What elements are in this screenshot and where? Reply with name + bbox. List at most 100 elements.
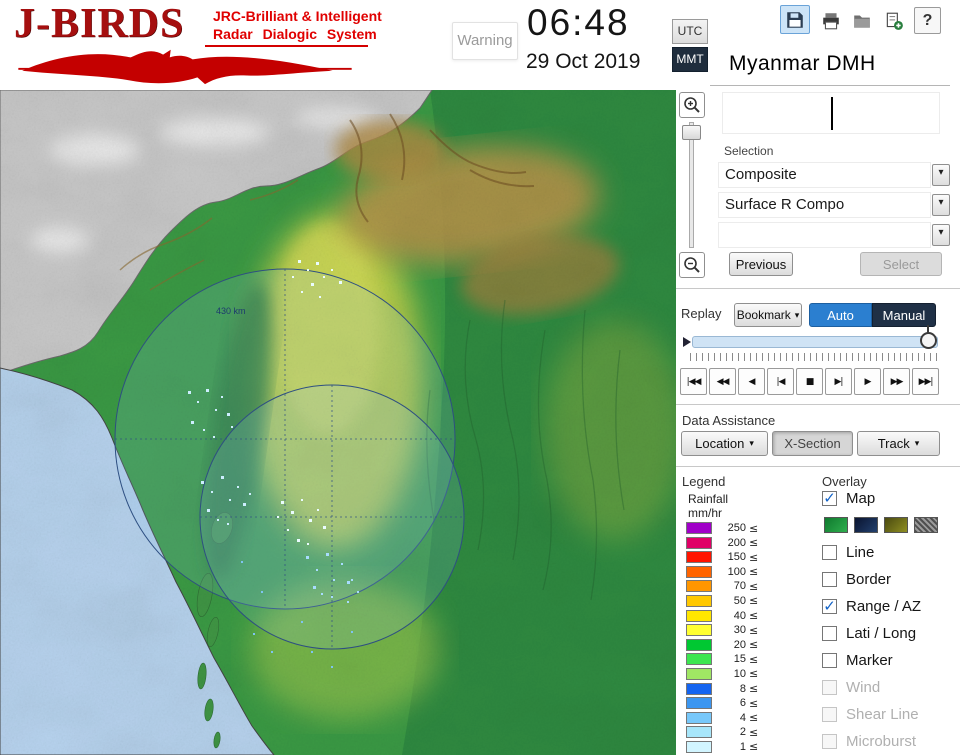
- open-folder-button[interactable]: [848, 7, 875, 34]
- legend-row: 250 ≤: [686, 521, 759, 535]
- legend-unit-line1: Rainfall: [688, 492, 729, 506]
- xsection-button[interactable]: X-Section: [772, 431, 853, 456]
- overlay-item-line[interactable]: Line: [822, 542, 956, 562]
- overlay-checkbox[interactable]: [822, 706, 837, 722]
- logo-tagline-2: Radar Dialogic System: [213, 26, 377, 42]
- radar-map[interactable]: 430 km: [0, 90, 676, 755]
- mmt-toggle-button[interactable]: MMT: [672, 47, 708, 72]
- overlay-checkbox[interactable]: ✓: [822, 490, 837, 506]
- legend-row: 70 ≤: [686, 580, 758, 593]
- zoom-in-button[interactable]: [679, 92, 705, 118]
- utc-toggle-button[interactable]: UTC: [672, 19, 708, 44]
- replay-label: Replay: [681, 306, 722, 321]
- subproduct-dropdown[interactable]: Surface R Compo: [718, 192, 931, 218]
- legend-color-swatch: [686, 726, 712, 739]
- overlay-checkbox[interactable]: [822, 679, 837, 695]
- zoom-slider-thumb[interactable]: [682, 125, 701, 140]
- legend-lte-sign: ≤: [749, 521, 759, 535]
- warning-status-button[interactable]: Warning: [452, 22, 518, 60]
- extra-dropdown-arrow-icon[interactable]: [932, 224, 950, 246]
- logo-tagline-1: JRC-Brilliant & Intelligent: [213, 8, 382, 24]
- zoom-slider-track[interactable]: [689, 122, 694, 248]
- location-dropdown-button[interactable]: Location: [681, 431, 768, 456]
- map-style-green-swatch[interactable]: [824, 517, 848, 533]
- overlay-checkbox[interactable]: [822, 625, 837, 641]
- panel-separator: [710, 85, 950, 86]
- product-dropdown[interactable]: Composite: [718, 162, 931, 188]
- help-button[interactable]: ?: [914, 7, 941, 34]
- overlay-checkbox[interactable]: ✓: [822, 598, 837, 614]
- print-button[interactable]: [817, 7, 844, 34]
- legend-color-swatch: [686, 667, 712, 680]
- text-caret: [831, 97, 833, 130]
- map-style-olive-swatch[interactable]: [884, 517, 908, 533]
- playback-play-button[interactable]: ▶: [854, 368, 881, 395]
- playback-stop-button[interactable]: ■: [796, 368, 823, 395]
- legend-row: 50 ≤: [686, 594, 759, 608]
- divider: [676, 466, 960, 467]
- clock-time: 06:48: [527, 2, 630, 43]
- playback-step-back-button[interactable]: ◀: [738, 368, 765, 395]
- radar-map-viewport[interactable]: 430 km: [0, 90, 676, 755]
- save-button[interactable]: [780, 5, 810, 34]
- legend-lte-sign: ≤: [749, 550, 759, 564]
- playback-frame-back-button[interactable]: |◀: [767, 368, 794, 395]
- timeline-slider-thumb[interactable]: [920, 325, 937, 349]
- overlay-item-range-az[interactable]: ✓ Range / AZ: [822, 596, 956, 616]
- product-dropdown-arrow-icon[interactable]: [932, 164, 950, 186]
- legend-value: 30: [733, 624, 746, 637]
- legend-color-swatch: [686, 711, 712, 724]
- timeline-slider-track[interactable]: [692, 336, 938, 348]
- map-style-gray-hatch-swatch[interactable]: [914, 517, 938, 533]
- zoom-out-button[interactable]: [679, 252, 705, 278]
- legend-color-swatch: [686, 638, 712, 651]
- auto-mode-button[interactable]: Auto: [809, 303, 872, 327]
- overlay-checkbox[interactable]: [822, 652, 837, 668]
- manual-mode-button[interactable]: Manual: [872, 303, 936, 327]
- legend-row: 4 ≤: [686, 711, 758, 724]
- overlay-item-marker[interactable]: Marker: [822, 650, 956, 670]
- overlay-item-border[interactable]: Border: [822, 569, 956, 589]
- legend-lte-sign: ≤: [749, 536, 759, 550]
- legend-value: 100: [727, 565, 746, 578]
- legend-value: 50: [733, 594, 746, 607]
- playback-frame-forward-button[interactable]: ▶|: [825, 368, 852, 395]
- legend-color-swatch: [686, 536, 712, 549]
- overlay-item-map[interactable]: ✓ Map: [822, 488, 956, 508]
- overlay-item-label: Line: [846, 543, 875, 561]
- overlay-item-lati-long[interactable]: Lati / Long: [822, 623, 956, 643]
- legend-value: 40: [733, 609, 746, 622]
- previous-button[interactable]: Previous: [729, 252, 793, 276]
- track-dropdown-button[interactable]: Track: [857, 431, 940, 456]
- data-assistance-label: Data Assistance: [682, 413, 776, 428]
- playback-fast-forward-button[interactable]: ▶▶: [883, 368, 910, 395]
- export-button[interactable]: [879, 7, 908, 34]
- subproduct-dropdown-arrow-icon[interactable]: [932, 194, 950, 216]
- legend-color-swatch: [686, 740, 712, 753]
- playback-rewind-button[interactable]: ◀◀: [709, 368, 736, 395]
- legend-color-swatch: [686, 522, 712, 534]
- legend-row: 40 ≤: [686, 609, 758, 622]
- overlay-item-label: Marker: [846, 651, 893, 669]
- playback-skip-start-button[interactable]: |◀◀: [680, 368, 707, 395]
- overlay-checkbox[interactable]: [822, 544, 837, 560]
- map-style-navy-swatch[interactable]: [854, 517, 878, 533]
- app-logo-title: J-BIRDS: [14, 1, 185, 47]
- legend-row: 1 ≤: [686, 740, 758, 753]
- divider: [676, 288, 960, 289]
- overlay-checkbox[interactable]: [822, 733, 837, 749]
- legend-color-swatch: [686, 609, 712, 622]
- station-search-input[interactable]: [722, 92, 940, 134]
- overlay-item-label: Map: [846, 489, 876, 507]
- select-button[interactable]: Select: [860, 252, 942, 276]
- legend-color-swatch: [686, 594, 712, 607]
- legend-color-swatch: [686, 697, 712, 710]
- map-style-swatches: [822, 515, 956, 535]
- overlay-checkbox[interactable]: [822, 571, 837, 587]
- extra-dropdown[interactable]: [718, 222, 931, 248]
- legend-lte-sign: ≤: [749, 594, 759, 608]
- legend-value: 20: [733, 638, 746, 651]
- playback-skip-end-button[interactable]: ▶▶|: [912, 368, 939, 395]
- station-title: Myanmar DMH: [729, 52, 876, 75]
- bookmark-dropdown-button[interactable]: Bookmark: [734, 303, 802, 327]
